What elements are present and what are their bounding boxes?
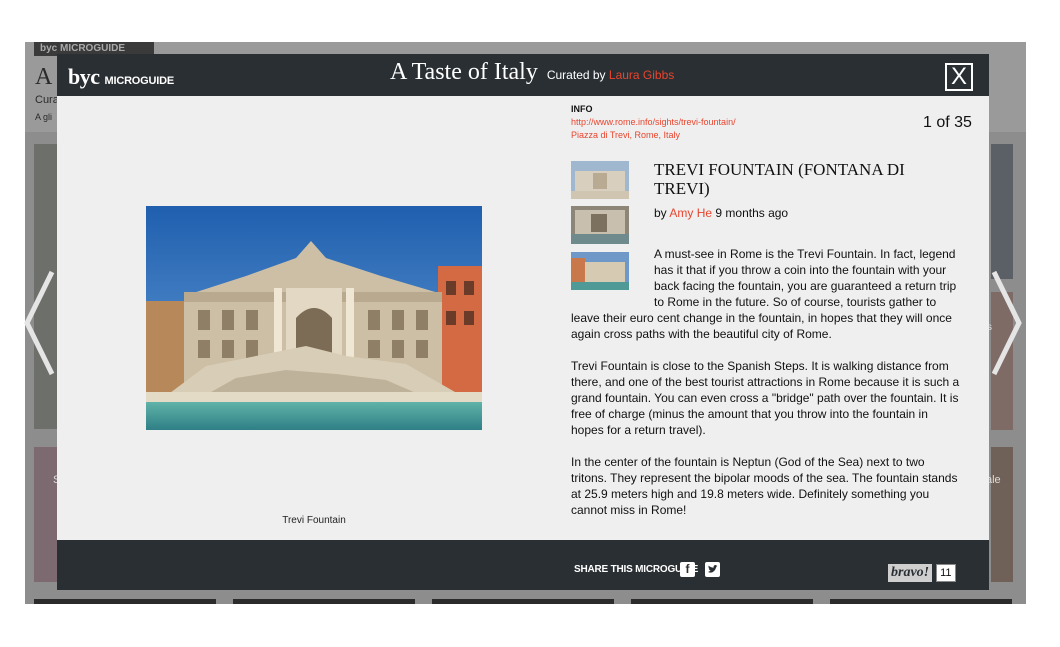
body-line: A must-see in Rome is the Trevi Fountain…	[654, 247, 956, 261]
byline-label: by	[654, 206, 667, 220]
photo-caption: Trevi Fountain	[282, 515, 346, 526]
body-line: has it that if you throw a coin into the…	[654, 263, 947, 277]
background-tile	[631, 599, 813, 604]
microguide-modal: byc MICROGUIDE A Taste of Italy Curated …	[57, 54, 989, 590]
author-link[interactable]: Amy He	[669, 206, 712, 220]
background-tile	[34, 599, 216, 604]
facebook-icon[interactable]: f	[680, 562, 695, 577]
entry-body: A must-see in Rome is the Trevi Fountain…	[571, 246, 963, 518]
byc-logo: byc	[68, 64, 100, 89]
background-tile[interactable]	[34, 447, 58, 582]
main-photo	[146, 206, 482, 430]
twitter-icon[interactable]	[705, 562, 720, 577]
time-ago: 9 months ago	[715, 206, 789, 220]
background-glimpse: A gli	[35, 112, 53, 122]
background-tile	[830, 599, 1012, 604]
body-line: leave their euro cent change in the foun…	[571, 311, 952, 325]
page: byc MICROGUIDE A Cura A gli S ale s byc …	[0, 0, 1060, 647]
brand-logo[interactable]: byc MICROGUIDE	[68, 64, 174, 90]
body-line: again cross paths with the beautiful cit…	[571, 327, 832, 341]
next-arrow-icon[interactable]	[990, 268, 1024, 378]
background-tile	[432, 599, 614, 604]
microguide-label: MICROGUIDE	[104, 75, 175, 87]
body-paragraph: Trevi Fountain is close to the Spanish S…	[571, 359, 960, 437]
bravo-count: 11	[936, 564, 956, 582]
title-area: A Taste of Italy Curated by Laura Gibbs	[390, 59, 674, 86]
byline: by Amy He 9 months ago	[654, 206, 788, 220]
thumbnail[interactable]	[571, 161, 629, 199]
curator-link[interactable]: Laura Gibbs	[609, 68, 674, 82]
bravo-logo: bravo!	[888, 564, 933, 582]
close-button[interactable]: X	[945, 63, 973, 91]
background-tile	[233, 599, 415, 604]
background-title: A	[35, 64, 53, 90]
modal-header: byc MICROGUIDE A Taste of Italy Curated …	[57, 54, 989, 96]
curated-by-label: Curated by	[546, 68, 606, 82]
previous-arrow-icon[interactable]	[22, 268, 56, 378]
thumbnail[interactable]	[571, 206, 629, 244]
info-address-link[interactable]: Piazza di Trevi, Rome, Italy	[571, 130, 680, 140]
curated-by: Curated by Laura Gibbs	[547, 68, 674, 82]
page-title: A Taste of Italy	[390, 59, 538, 85]
background-tile[interactable]	[991, 144, 1013, 279]
body-line: back facing the fountain, you are guaran…	[654, 279, 957, 293]
body-paragraph: In the center of the fountain is Neptun …	[571, 455, 958, 517]
info-url-link[interactable]: http://www.rome.info/sights/trevi-founta…	[571, 117, 736, 127]
item-counter: 1 of 35	[923, 114, 972, 131]
modal-footer: SHARE THIS MICROGUIDE f bravo! 11	[57, 540, 989, 590]
body-line: to Rome in the future. So of course, tou…	[654, 295, 937, 309]
background-tile[interactable]	[991, 447, 1013, 582]
bravo-button[interactable]: bravo! 11	[888, 564, 956, 582]
entry-title: TREVI FOUNTAIN (FONTANA DI TREVI)	[654, 160, 905, 198]
background-curated: Cura	[35, 94, 59, 106]
info-label: INFO	[571, 104, 593, 114]
